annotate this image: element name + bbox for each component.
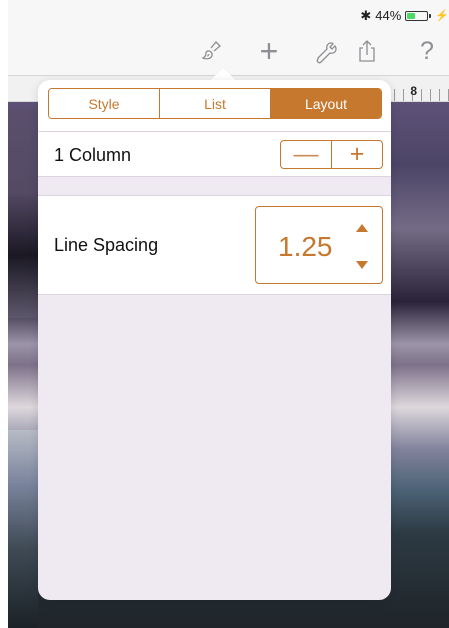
popover-header: Style List Layout	[38, 80, 391, 132]
line-spacing-label: Line Spacing	[54, 235, 159, 255]
line-spacing-control[interactable]: 1.25	[255, 206, 383, 284]
tab-list[interactable]: List	[160, 89, 271, 118]
tools-button[interactable]	[310, 35, 340, 67]
status-bar: ✱ 44% ⚡	[8, 0, 449, 28]
decrease-spacing-icon[interactable]	[356, 261, 368, 269]
decrease-columns-button[interactable]: —	[281, 141, 332, 168]
section-gap	[38, 177, 391, 195]
castle-image[interactable]	[8, 108, 38, 318]
screen: ✱ 44% ⚡ + ? Style List Layout 1 Column —…	[0, 0, 449, 628]
format-tabs: Style List Layout	[48, 88, 382, 119]
ruler-ticks	[394, 89, 449, 101]
battery-icon	[405, 10, 432, 21]
insert-button[interactable]: +	[254, 35, 284, 67]
line-spacing-value: 1.25	[278, 231, 333, 262]
tab-layout[interactable]: Layout	[271, 89, 381, 118]
format-button[interactable]	[196, 35, 226, 67]
charging-icon: ⚡	[435, 10, 449, 22]
landscape-image[interactable]	[8, 430, 38, 628]
tab-style[interactable]: Style	[49, 89, 160, 118]
increase-spacing-icon[interactable]	[356, 224, 368, 232]
paintbrush-icon	[201, 41, 221, 60]
increase-columns-button[interactable]: +	[332, 141, 382, 168]
share-icon	[359, 40, 375, 62]
battery-fill	[407, 12, 416, 19]
battery-percentage: 44%	[375, 8, 402, 23]
app-window: ✱ 44% ⚡ + ? Style List Layout 1 Column —…	[8, 0, 449, 628]
status-indicators: ✱ 44% ⚡	[360, 8, 449, 23]
columns-stepper: — +	[280, 140, 383, 169]
columns-row: 1 Column — +	[38, 132, 391, 177]
bluetooth-icon: ✱	[360, 8, 372, 23]
help-button[interactable]: ?	[412, 35, 442, 67]
toolbar: + ?	[8, 28, 449, 75]
wrench-icon	[316, 42, 337, 64]
battery-tip	[429, 13, 432, 18]
line-spacing-row: Line Spacing 1.25	[38, 195, 391, 295]
share-button[interactable]	[352, 35, 382, 67]
columns-label: 1 Column	[54, 145, 132, 165]
format-popover: Style List Layout 1 Column — + Line Spac…	[38, 80, 391, 600]
